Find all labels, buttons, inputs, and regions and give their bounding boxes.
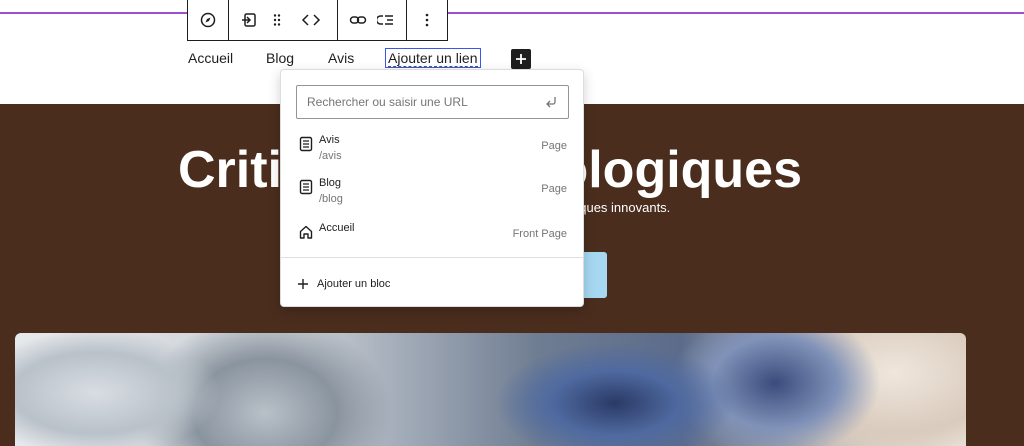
compass-icon: [200, 12, 216, 28]
home-icon: [299, 225, 313, 239]
toolbar-group-link: [338, 0, 407, 40]
add-submenu-button[interactable]: [372, 4, 400, 36]
suggestion-type: Front Page: [512, 228, 567, 240]
suggestion-type: Page: [541, 140, 567, 152]
indent-icon: [242, 13, 256, 27]
link-icon: [349, 16, 367, 24]
select-parent-button[interactable]: [194, 4, 222, 36]
drag-handle-button[interactable]: [263, 4, 291, 36]
url-search-input[interactable]: [296, 85, 569, 119]
nav-item-label: Avis: [328, 50, 355, 66]
suggestion-url: /avis: [319, 150, 342, 162]
nav-item-avis[interactable]: Avis: [328, 50, 354, 66]
suggestion-title: Accueil: [319, 222, 355, 234]
nav-item-label: Blog: [266, 50, 295, 66]
editor-canvas: Critiques technologiques Découvrez nos c…: [0, 0, 1024, 446]
toolbar-group-options: [407, 0, 447, 40]
suggestion-type: Page: [541, 183, 567, 195]
link-suggestion-blog[interactable]: Blog /blog Page: [289, 177, 577, 219]
plus-icon: [298, 279, 308, 289]
page-icon: [299, 136, 313, 152]
suggestion-title: Avis: [319, 134, 340, 146]
more-vertical-icon: [425, 13, 429, 27]
indent-button[interactable]: [235, 4, 263, 36]
nav-item-add-link[interactable]: Ajouter un lien: [385, 48, 481, 68]
block-toolbar: [187, 0, 448, 41]
move-left-right-button[interactable]: [291, 4, 331, 36]
hero-image: [15, 333, 966, 446]
submenu-icon: [377, 15, 393, 25]
page-icon: [299, 179, 313, 195]
add-block-button[interactable]: Ajouter un bloc: [297, 275, 390, 293]
suggestion-url: /blog: [319, 193, 343, 205]
nav-item-blog[interactable]: Blog: [266, 50, 294, 66]
add-nav-item-button[interactable]: [511, 49, 531, 69]
suggestion-title: Blog: [319, 177, 342, 189]
add-block-label: Ajouter un bloc: [317, 278, 391, 290]
nav-item-accueil[interactable]: Accueil: [188, 50, 233, 66]
enter-icon[interactable]: [543, 94, 559, 110]
chevrons-icon: [301, 14, 321, 26]
block-selection-line: [0, 12, 1024, 14]
popover-divider: [281, 257, 583, 258]
nav-item-label: Accueil: [188, 50, 234, 66]
nav-item-label: Ajouter un lien: [388, 50, 478, 67]
link-button[interactable]: [344, 4, 372, 36]
more-options-button[interactable]: [413, 4, 441, 36]
link-suggestion-avis[interactable]: Avis /avis Page: [289, 134, 577, 176]
toolbar-group-move: [229, 0, 338, 40]
plus-icon: [516, 54, 526, 64]
drag-handle-icon: [273, 14, 281, 26]
link-control-popover: Avis /avis Page Blog /blog Page Accueil …: [280, 69, 584, 307]
toolbar-group-parent: [188, 0, 229, 40]
